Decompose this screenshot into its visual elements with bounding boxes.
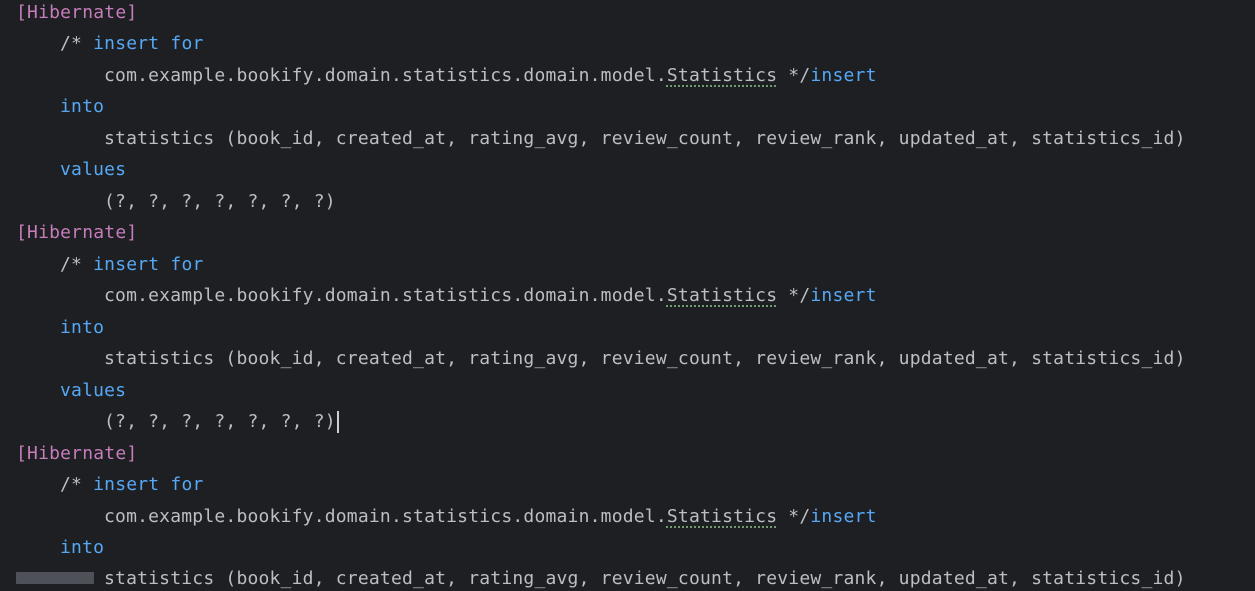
sql-into-keyword: into <box>60 317 105 338</box>
horizontal-scrollbar-thumb[interactable] <box>16 572 94 584</box>
sql-into-keyword: into <box>60 537 105 558</box>
sql-entity-line: com.example.bookify.domain.statistics.do… <box>104 65 877 86</box>
sql-params-line: (?, ?, ?, ?, ?, ?, ?) <box>104 191 336 212</box>
log-tag: [Hibernate] <box>16 2 138 23</box>
entity-name: Statistics <box>666 506 778 527</box>
text-caret <box>336 411 339 433</box>
sql-entity-line: com.example.bookify.domain.statistics.do… <box>104 285 877 306</box>
sql-comment-line: /* insert for <box>60 474 204 495</box>
sql-entity-line: com.example.bookify.domain.statistics.do… <box>104 506 877 527</box>
log-tag: [Hibernate] <box>16 222 138 243</box>
log-tag: [Hibernate] <box>16 443 138 464</box>
sql-columns-line: statistics (book_id, created_at, rating_… <box>104 348 1186 369</box>
console-output[interactable]: [Hibernate] /* insert for com.example.bo… <box>0 0 1255 590</box>
entity-name: Statistics <box>666 285 778 306</box>
sql-columns-line: statistics (book_id, created_at, rating_… <box>104 128 1186 149</box>
sql-values-keyword: values <box>60 159 127 180</box>
sql-comment-line: /* insert for <box>60 254 204 275</box>
sql-values-keyword: values <box>60 380 127 401</box>
entity-name: Statistics <box>666 65 778 86</box>
sql-columns-line: statistics (book_id, created_at, rating_… <box>104 568 1186 589</box>
sql-comment-line: /* insert for <box>60 33 204 54</box>
sql-into-keyword: into <box>60 96 105 117</box>
sql-params-line: (?, ?, ?, ?, ?, ?, ?) <box>104 410 339 434</box>
